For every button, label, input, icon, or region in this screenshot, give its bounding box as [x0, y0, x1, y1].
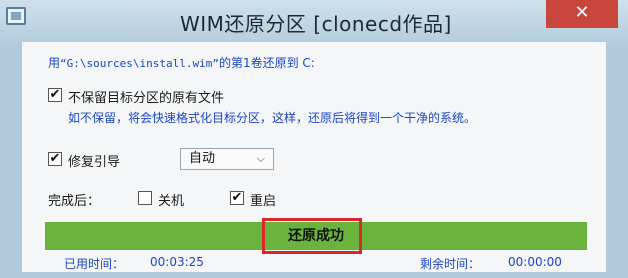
- source-description: 用“G:\sources\install.wim”的第1卷还原到 C:: [48, 54, 315, 71]
- dialog-body: 用“G:\sources\install.wim”的第1卷还原到 C: ✔ 不保…: [22, 42, 606, 272]
- repair-mode-select[interactable]: 自动 ⌵: [180, 148, 274, 170]
- shutdown-label: 关机: [158, 194, 185, 209]
- check-icon: ✔: [49, 151, 61, 166]
- chevron-down-icon: ⌵: [256, 152, 265, 165]
- repair-boot-label: 修复引导: [68, 155, 121, 170]
- wim-restore-window: WIM还原分区 [clonecd作品] ✕ 用“G:\sources\insta…: [0, 0, 628, 278]
- window-title: WIM还原分区 [clonecd作品]: [180, 12, 452, 36]
- elapsed-time-value: 00:03:25: [150, 255, 204, 269]
- keep-files-label: 不保留目标分区的原有文件: [68, 91, 225, 106]
- remaining-time-label: 剩余时间：: [420, 257, 481, 271]
- source-suffix: 的第1卷还原到 C:: [218, 56, 315, 70]
- source-path: “G:\sources\install.wim”: [60, 57, 219, 70]
- restart-label: 重启: [250, 194, 277, 209]
- restart-checkbox[interactable]: ✔: [230, 191, 244, 205]
- repair-boot-checkbox[interactable]: ✔: [48, 152, 62, 166]
- check-icon: ✔: [231, 190, 243, 205]
- keep-files-note: 如不保留，将会快速格式化目标分区，这样，还原后将得到一个干净的系统。: [68, 111, 477, 125]
- app-icon: [6, 7, 26, 25]
- after-complete-label: 完成后：: [48, 194, 101, 209]
- repair-mode-value: 自动: [189, 151, 216, 166]
- keep-files-checkbox[interactable]: ✔: [48, 88, 62, 102]
- close-button[interactable]: ✕: [546, 0, 618, 28]
- source-prefix: 用: [48, 56, 61, 70]
- shutdown-checkbox[interactable]: [138, 191, 152, 205]
- close-icon: ✕: [574, 2, 590, 23]
- check-icon: ✔: [49, 87, 61, 102]
- elapsed-time-label: 已用时间：: [64, 257, 125, 271]
- remaining-time-value: 00:00:00: [508, 255, 562, 269]
- title-bar[interactable]: WIM还原分区 [clonecd作品] ✕: [0, 0, 628, 42]
- status-highlight-box: [262, 218, 362, 254]
